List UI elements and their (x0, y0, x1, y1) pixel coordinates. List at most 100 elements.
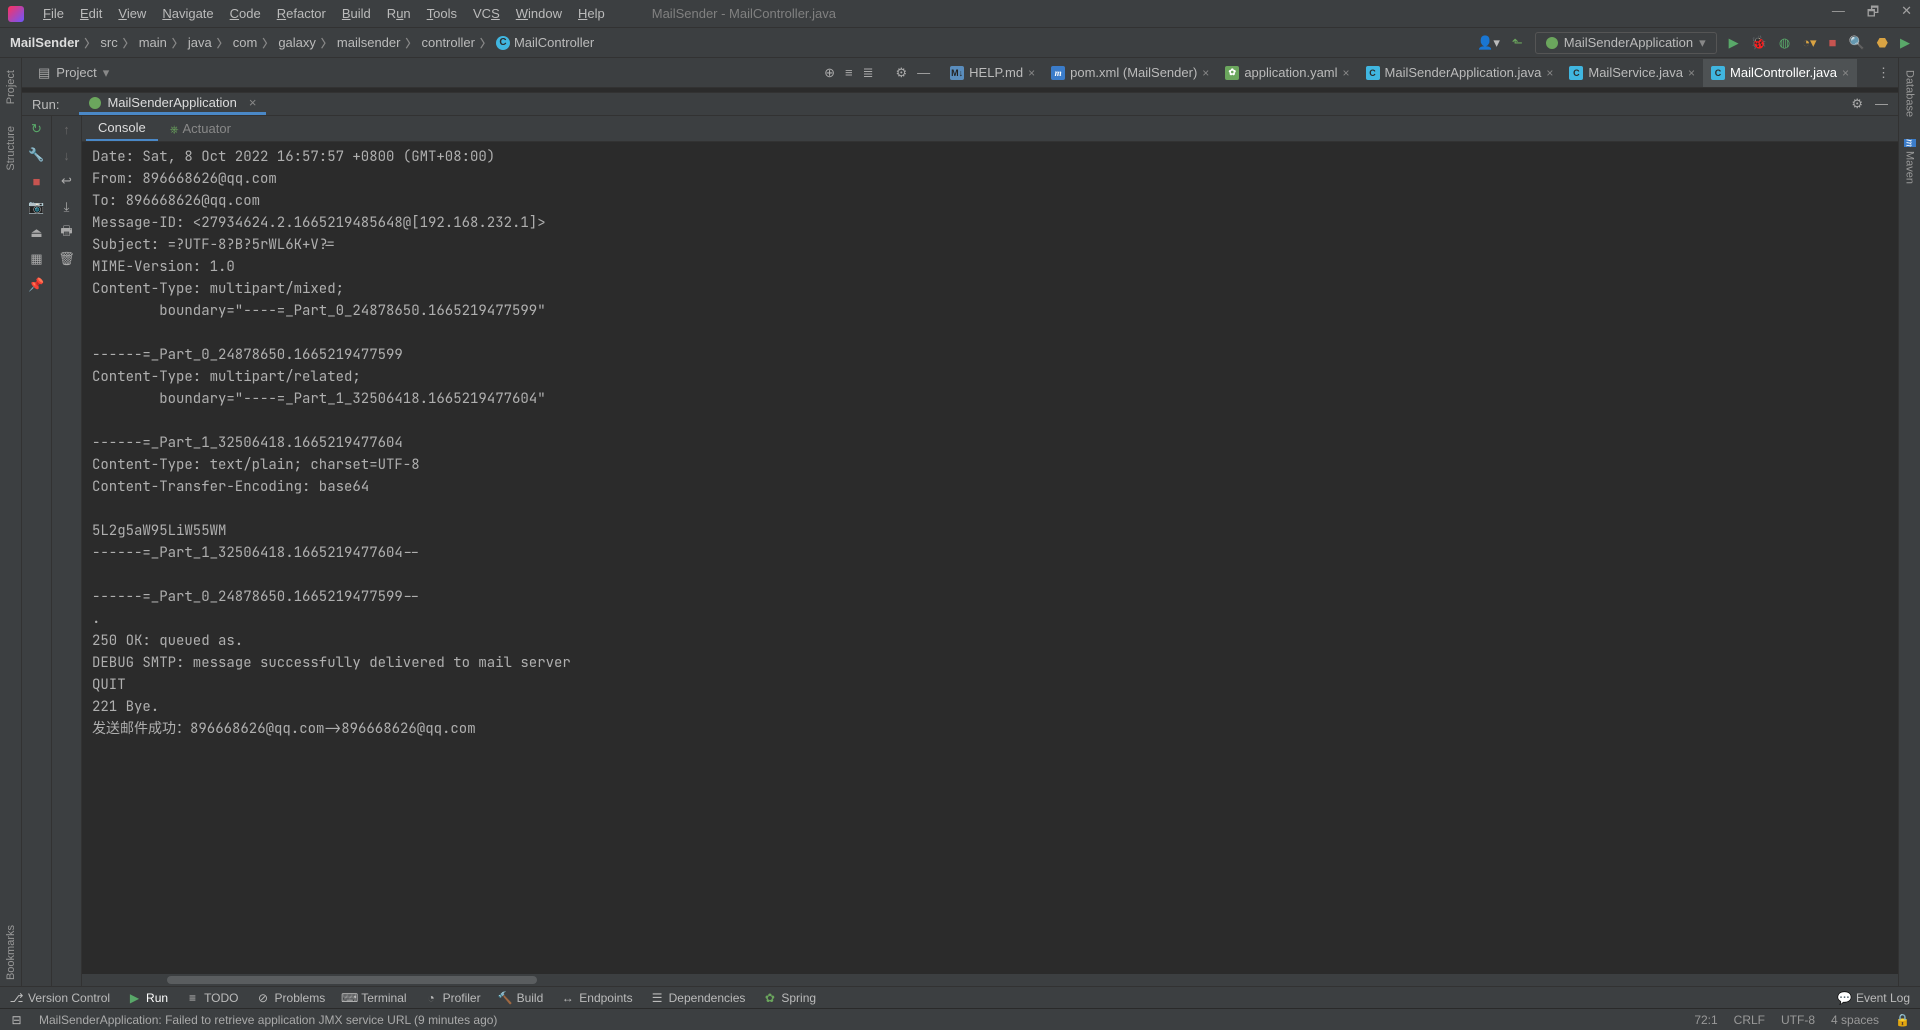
menu-code[interactable]: Code (223, 4, 268, 23)
debug-button[interactable]: 🐞 (1751, 35, 1767, 51)
code-with-me-icon[interactable]: 👤▾ (1477, 35, 1500, 51)
editor-tab[interactable]: mpom.xml (MailSender)× (1043, 59, 1217, 87)
breadcrumb-item[interactable]: MailController (514, 35, 594, 50)
tool-version-control[interactable]: ⎇Version Control (10, 991, 110, 1005)
editor-tab[interactable]: ✿application.yaml× (1217, 59, 1357, 87)
breadcrumb-item[interactable]: main (139, 35, 167, 50)
tool-todo[interactable]: ≡TODO (186, 991, 238, 1005)
pin-icon[interactable]: 📌 (28, 276, 46, 294)
breadcrumb-item[interactable]: controller (421, 35, 474, 50)
minimize-button[interactable]: — (1832, 3, 1845, 25)
tool-dependencies[interactable]: ☰Dependencies (651, 991, 746, 1005)
tool-database[interactable]: Database (1902, 64, 1918, 123)
clear-all-icon[interactable]: 🗑 (58, 250, 76, 268)
editor-tab-active[interactable]: CMailController.java× (1703, 59, 1857, 87)
menu-view[interactable]: View (111, 4, 153, 23)
close-tab-icon[interactable]: × (1842, 66, 1849, 80)
menu-navigate[interactable]: Navigate (155, 4, 220, 23)
ide-settings-icon[interactable]: ▶ (1900, 35, 1910, 51)
stop-process-icon[interactable]: ■ (28, 172, 46, 190)
hide-toolwindow-icon[interactable]: — (1875, 96, 1888, 112)
expand-all-icon[interactable]: ≡ (845, 65, 853, 80)
breadcrumb-item[interactable]: mailsender (337, 35, 401, 50)
search-everywhere-icon[interactable]: 🔍 (1848, 35, 1864, 51)
tool-project[interactable]: Project (3, 64, 19, 110)
menu-run[interactable]: Run (380, 4, 418, 23)
breadcrumb-item[interactable]: src (100, 35, 117, 50)
status-log-icon[interactable]: ⊟ (10, 1013, 23, 1026)
breadcrumb-item[interactable]: MailSender (10, 35, 79, 50)
menu-build[interactable]: Build (335, 4, 378, 23)
collapse-all-icon[interactable]: ≣ (863, 65, 874, 81)
build-icon[interactable]: ⬑ (1512, 35, 1523, 51)
toolwindow-settings-icon[interactable]: ⚙ (1851, 96, 1863, 112)
editor-tab[interactable]: CMailSenderApplication.java× (1358, 59, 1562, 87)
editor-tab[interactable]: CMailService.java× (1561, 59, 1703, 87)
profiler-button[interactable]: ◔▾ (1802, 35, 1816, 51)
coverage-button[interactable]: ◍ (1779, 35, 1790, 51)
menu-file[interactable]: File (36, 4, 71, 23)
breadcrumb-item[interactable]: java (188, 35, 212, 50)
locate-icon[interactable]: ⊕ (824, 65, 835, 81)
menu-window[interactable]: Window (509, 4, 569, 23)
close-tab-icon[interactable]: × (1202, 66, 1209, 80)
actuator-icon: ⎈ (170, 124, 179, 136)
hide-panel-icon[interactable]: — (917, 65, 930, 80)
scroll-to-end-icon[interactable]: ⤓ (58, 198, 76, 216)
breadcrumb-item[interactable]: com (233, 35, 258, 50)
editor-tab[interactable]: M↓HELP.md× (942, 59, 1043, 87)
close-tab-icon[interactable]: × (1343, 66, 1350, 80)
horizontal-scrollbar[interactable] (82, 974, 1898, 986)
dump-threads-icon[interactable]: 📷 (28, 198, 46, 216)
modify-run-config-icon[interactable]: 🔧 (28, 146, 46, 164)
tool-spring[interactable]: ✿Spring (763, 991, 816, 1005)
spring-icon: ✿ (763, 991, 776, 1004)
caret-position[interactable]: 72:1 (1694, 1013, 1717, 1027)
soft-wrap-icon[interactable]: ↩ (58, 172, 76, 190)
indent-setting[interactable]: 4 spaces (1831, 1013, 1879, 1027)
rerun-icon[interactable]: ↻ (28, 120, 46, 138)
tool-run[interactable]: ▶Run (128, 991, 168, 1005)
tool-endpoints[interactable]: ↔Endpoints (561, 991, 632, 1005)
menu-vcs[interactable]: VCS (466, 4, 507, 23)
console-output[interactable]: Date: Sat, 8 Oct 2022 16:57:57 +0800 (GM… (82, 142, 1898, 974)
exit-icon[interactable]: ⏏ (28, 224, 46, 242)
tool-terminal[interactable]: ⌨Terminal (343, 991, 406, 1005)
close-tab-icon[interactable]: × (1546, 66, 1553, 80)
line-separator[interactable]: CRLF (1734, 1013, 1765, 1027)
layout-icon[interactable]: ▦ (28, 250, 46, 268)
close-tab-icon[interactable]: × (1028, 66, 1035, 80)
tool-event-log[interactable]: 💬Event Log (1838, 991, 1910, 1005)
menu-edit[interactable]: Edit (73, 4, 109, 23)
close-tab-icon[interactable]: × (249, 95, 257, 110)
tool-profiler[interactable]: ◔Profiler (425, 991, 481, 1005)
scrollbar-thumb[interactable] (167, 976, 537, 984)
tool-maven[interactable]: mMaven (1902, 133, 1918, 190)
menu-tools[interactable]: Tools (420, 4, 464, 23)
console-tab[interactable]: Console (86, 116, 158, 141)
stop-button[interactable]: ■ (1829, 35, 1837, 50)
breadcrumb-item[interactable]: galaxy (278, 35, 316, 50)
up-stack-icon[interactable]: ↑ (58, 120, 76, 138)
settings-icon[interactable]: ⚙ (896, 65, 908, 81)
tool-problems[interactable]: ⊘Problems (257, 991, 326, 1005)
run-tab-active[interactable]: MailSenderApplication × (79, 93, 266, 115)
print-icon[interactable]: 🖶 (58, 224, 76, 242)
actuator-tab[interactable]: ⎈Actuator (158, 117, 243, 141)
menu-help[interactable]: Help (571, 4, 612, 23)
tool-bookmarks[interactable]: Bookmarks (3, 919, 19, 986)
close-window-button[interactable]: ✕ (1901, 3, 1912, 25)
tab-list-icon[interactable]: ⋮ (1877, 65, 1890, 81)
run-configuration-selector[interactable]: MailSenderApplication ▾ (1535, 32, 1717, 54)
run-button[interactable]: ▶ (1729, 35, 1739, 51)
maximize-button[interactable]: 🗗 (1867, 3, 1879, 25)
file-encoding[interactable]: UTF-8 (1781, 1013, 1815, 1027)
project-dropdown[interactable]: ▤ Project ▾ (30, 63, 117, 83)
tool-build[interactable]: 🔨Build (499, 991, 544, 1005)
down-stack-icon[interactable]: ↓ (58, 146, 76, 164)
readonly-lock-icon[interactable]: 🔒 (1895, 1013, 1910, 1027)
menu-refactor[interactable]: Refactor (270, 4, 333, 23)
updates-icon[interactable]: ⬣ (1877, 35, 1888, 51)
tool-structure[interactable]: Structure (3, 120, 19, 177)
close-tab-icon[interactable]: × (1688, 66, 1695, 80)
